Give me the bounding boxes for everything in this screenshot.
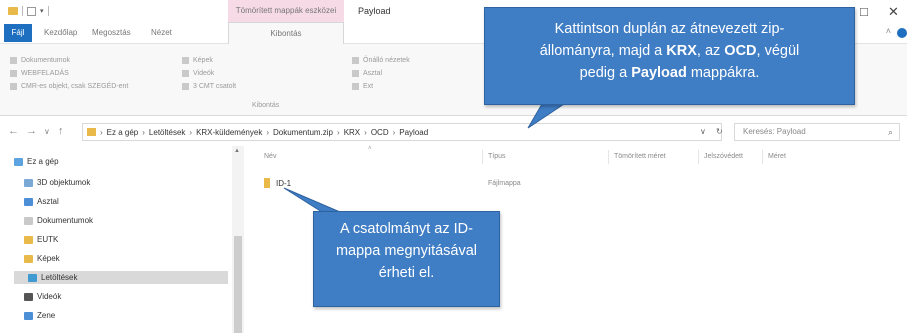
folder-icon xyxy=(24,235,33,244)
nav-pane-scrollbar[interactable]: ▲ xyxy=(232,146,244,333)
tab-extract[interactable]: Kibontás xyxy=(228,22,344,45)
column-header-compressed-size[interactable]: Tömörített méret xyxy=(614,153,666,160)
tab-share[interactable]: Megosztás xyxy=(92,22,131,44)
forward-arrow-icon[interactable]: → xyxy=(26,125,37,137)
ribbon-item[interactable]: Asztal xyxy=(352,67,410,80)
music-icon xyxy=(24,311,33,320)
folder-icon xyxy=(182,57,189,64)
search-placeholder: Keresés: Payload xyxy=(743,127,806,136)
back-arrow-icon[interactable]: ← xyxy=(8,125,19,137)
refresh-icon[interactable]: ↻ xyxy=(716,127,723,136)
file-type: Fájlmappa xyxy=(488,180,521,187)
customize-toolbar-chevron-icon[interactable]: ▾ xyxy=(40,7,44,15)
column-header-name[interactable]: Név xyxy=(264,153,276,160)
callout-pointer xyxy=(527,104,565,129)
ribbon-item[interactable]: WEBFELADÁS xyxy=(10,67,128,80)
nav-item-downloads[interactable]: Letöltések xyxy=(14,271,228,284)
folder-icon xyxy=(8,7,18,15)
nav-item-videos[interactable]: Videók xyxy=(24,292,61,301)
properties-checkbox-icon[interactable] xyxy=(27,6,36,16)
ribbon-group-label: Kibontás xyxy=(252,102,280,109)
breadcrumb-segment[interactable]: OCD xyxy=(371,128,389,137)
instruction-callout-top: Kattintson duplán az átnevezett zip- áll… xyxy=(484,7,855,105)
column-header-password-protected[interactable]: Jelszóvédett xyxy=(704,153,743,160)
column-divider[interactable] xyxy=(608,150,609,164)
breadcrumb-segment[interactable]: Dokumentum.zip xyxy=(273,128,333,137)
folder-icon xyxy=(264,178,270,188)
collapse-ribbon-icon[interactable]: ˄ xyxy=(886,26,891,36)
column-divider[interactable] xyxy=(698,150,699,164)
ribbon-item[interactable]: Ext xyxy=(352,80,410,93)
address-bar-row: ← → ∨ ↑ › Ez a gép › Letöltések › KRX-kü… xyxy=(0,120,907,144)
address-dropdown-chevron-icon[interactable]: ∨ xyxy=(700,127,706,136)
column-header-size[interactable]: Méret xyxy=(768,153,786,160)
ribbon-item[interactable]: Képek xyxy=(182,54,236,67)
document-icon xyxy=(24,216,33,225)
folder-icon xyxy=(182,70,189,77)
ribbon-item[interactable]: Dokumentumok xyxy=(10,54,128,67)
sort-ascending-icon: ˄ xyxy=(368,146,372,152)
ribbon-destination-group-1: Dokumentumok WEBFELADÁS CMR-es objekt, c… xyxy=(10,54,128,93)
breadcrumb-segment[interactable]: Ez a gép xyxy=(107,128,139,137)
context-tab-label: Tömörített mappák eszközei xyxy=(228,0,344,22)
ribbon-item[interactable]: 3 CMT csatolt xyxy=(182,80,236,93)
nav-item-music[interactable]: Zene xyxy=(24,311,55,320)
maximize-button[interactable]: □ xyxy=(860,4,868,19)
folder-icon xyxy=(87,128,96,136)
folder-icon xyxy=(10,83,17,90)
desktop-icon xyxy=(24,197,33,206)
help-icon[interactable] xyxy=(897,28,907,38)
pictures-icon xyxy=(24,254,33,263)
ribbon-item[interactable]: CMR-es objekt, csak SZEGÉD-ent xyxy=(10,80,128,93)
column-divider[interactable] xyxy=(482,150,483,164)
nav-item-pictures[interactable]: Képek xyxy=(24,254,60,263)
toolbar-divider xyxy=(47,6,49,16)
folder-icon xyxy=(10,57,17,64)
recent-locations-chevron-icon[interactable]: ∨ xyxy=(44,127,50,136)
folder-icon xyxy=(352,70,359,77)
tab-view[interactable]: Nézet xyxy=(151,22,172,44)
quick-access-toolbar: ▾ xyxy=(8,6,49,16)
nav-item-documents[interactable]: Dokumentumok xyxy=(24,216,93,225)
toolbar-divider xyxy=(22,6,23,16)
up-arrow-icon[interactable]: ↑ xyxy=(58,125,64,137)
instruction-callout-bottom: A csatolmányt az ID- mappa megnyitásával… xyxy=(313,211,500,307)
search-input[interactable]: Keresés: Payload ⌕ xyxy=(734,123,900,141)
scrollbar-thumb[interactable] xyxy=(234,236,242,333)
nav-item-desktop[interactable]: Asztal xyxy=(24,197,59,206)
ribbon-item[interactable]: Önálló nézetek xyxy=(352,54,410,67)
ribbon-destination-group-2: Képek Videók 3 CMT csatolt xyxy=(182,54,236,93)
download-icon xyxy=(28,273,37,282)
video-icon xyxy=(24,292,33,301)
navigation-pane: Ez a gép 3D objektumok Asztal Dokumentum… xyxy=(0,146,246,333)
breadcrumb-segment[interactable]: Payload xyxy=(399,128,428,137)
close-button[interactable]: ✕ xyxy=(888,4,899,20)
address-bar[interactable]: › Ez a gép › Letöltések › KRX-küldeménye… xyxy=(82,123,722,141)
breadcrumb-segment[interactable]: Letöltések xyxy=(149,128,185,137)
folder-icon xyxy=(10,70,17,77)
nav-item-eutk[interactable]: EUTK xyxy=(24,235,58,244)
ribbon-item[interactable]: Videók xyxy=(182,67,236,80)
nav-item-3d-objects[interactable]: 3D objektumok xyxy=(24,178,90,187)
computer-icon xyxy=(14,157,23,166)
nav-item-this-pc[interactable]: Ez a gép xyxy=(14,157,59,166)
folder-icon xyxy=(352,83,359,90)
column-header-type[interactable]: Típus xyxy=(488,153,506,160)
scroll-up-arrow-icon[interactable]: ▲ xyxy=(234,148,240,154)
breadcrumb-segment[interactable]: KRX-küldemények xyxy=(196,128,262,137)
tab-file[interactable]: Fájl xyxy=(4,24,32,42)
cube-icon xyxy=(24,178,33,187)
folder-icon xyxy=(182,83,189,90)
ribbon-destination-group-3: Önálló nézetek Asztal Ext xyxy=(352,54,410,93)
search-icon: ⌕ xyxy=(887,127,893,137)
tab-home[interactable]: Kezdőlap xyxy=(44,22,77,44)
column-divider[interactable] xyxy=(762,150,763,164)
window-title: Payload xyxy=(358,6,391,16)
breadcrumb-segment[interactable]: KRX xyxy=(344,128,360,137)
folder-icon xyxy=(352,57,359,64)
